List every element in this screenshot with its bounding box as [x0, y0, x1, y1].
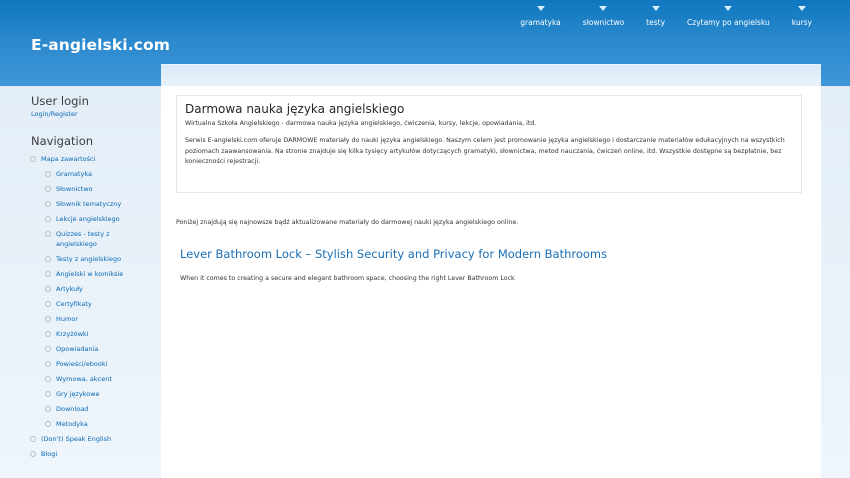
- article-teaser: When it comes to creating a secure and e…: [180, 275, 515, 283]
- navigation-title: Navigation: [31, 134, 94, 148]
- nav-item[interactable]: Download: [31, 404, 159, 414]
- content-header-strip: [161, 64, 821, 87]
- intro-title: Darmowa nauka języka angielskiego: [185, 102, 405, 116]
- nav-item-label: Słownictwo: [56, 185, 93, 193]
- topnav-item[interactable]: kursy: [784, 0, 820, 30]
- circle-bullet-icon: [45, 171, 51, 177]
- circle-bullet-icon: [45, 346, 51, 352]
- nav-item-label: (Don't) Speak English: [41, 435, 112, 443]
- topnav-item[interactable]: Czytamy po angielsku: [679, 0, 778, 30]
- login-register-link[interactable]: Login/Register: [31, 110, 159, 118]
- topnav-item-label: kursy: [791, 18, 812, 27]
- nav-item-label: Humor: [56, 315, 78, 323]
- circle-bullet-icon: [45, 331, 51, 337]
- nav-item-label: Artykuły: [56, 285, 83, 293]
- nav-item[interactable]: Humor: [31, 314, 159, 324]
- topnav-item-label: słownictwo: [582, 18, 625, 27]
- nav-item[interactable]: Gramatyka: [31, 169, 159, 179]
- circle-bullet-icon: [45, 271, 51, 277]
- nav-item-label: Opowiadania: [56, 345, 99, 353]
- nav-item-label: Mapa zawartości: [41, 155, 96, 163]
- caret-down-icon: [797, 6, 806, 11]
- nav-item-label: Lekcje angielskiego: [56, 215, 120, 223]
- circle-bullet-icon: [30, 451, 36, 457]
- intro-body: Serwis E-angielski.com oferuje DARMOWE m…: [185, 137, 785, 165]
- nav-item[interactable]: Quizzes - testy z angielskiego: [31, 229, 144, 249]
- nav-item[interactable]: Opowiadania: [31, 344, 159, 354]
- intro-subtitle: Wirtualna Szkoła Angielskiego - darmowa …: [185, 120, 537, 127]
- nav-item-label: Słownik tematyczny: [56, 200, 122, 208]
- circle-bullet-icon: [45, 186, 51, 192]
- circle-bullet-icon: [45, 376, 51, 382]
- nav-item[interactable]: Metodyka: [31, 419, 159, 429]
- nav-item[interactable]: Angielski w komiksie: [31, 269, 159, 279]
- caret-down-icon: [536, 6, 545, 11]
- nav-item[interactable]: Gry językowe: [31, 389, 159, 399]
- circle-bullet-icon: [45, 421, 51, 427]
- caret-down-icon: [651, 6, 660, 11]
- nav-item-label: Angielski w komiksie: [56, 270, 124, 278]
- nav-item-label: Download: [56, 405, 89, 413]
- circle-bullet-icon: [45, 301, 51, 307]
- circle-bullet-icon: [45, 286, 51, 292]
- navigation-list: Mapa zawartości Gramatyka Słownictwo Słowni…: [30, 154, 159, 459]
- circle-bullet-icon: [45, 316, 51, 322]
- nav-item[interactable]: Słownictwo: [31, 184, 159, 194]
- nav-item[interactable]: Mapa zawartości: [30, 154, 159, 164]
- nav-item-label: Quizzes - testy z angielskiego: [56, 230, 110, 248]
- right-gutter: [821, 86, 850, 478]
- topnav-item[interactable]: gramatyka: [512, 0, 569, 30]
- circle-bullet-icon: [45, 216, 51, 222]
- nav-item-label: Certyfikaty: [56, 300, 92, 308]
- caret-down-icon: [724, 6, 733, 11]
- circle-bullet-icon: [45, 256, 51, 262]
- nav-item-label: Gry językowe: [56, 390, 100, 398]
- caret-down-icon: [599, 6, 608, 11]
- nav-item[interactable]: Lekcje angielskiego: [31, 214, 159, 224]
- topnav-item-label: gramatyka: [520, 18, 561, 27]
- circle-bullet-icon: [30, 436, 36, 442]
- top-navigation: gramatyka słownictwo testy Czytamy po angie…: [506, 0, 820, 30]
- topnav-item[interactable]: słownictwo: [575, 0, 632, 30]
- site-logo-link[interactable]: E-angielski.com: [31, 36, 170, 54]
- circle-bullet-icon: [45, 231, 51, 237]
- nav-item-label: Blogi: [41, 450, 58, 458]
- nav-item-label: Krzyżówki: [56, 330, 89, 338]
- circle-bullet-icon: [30, 156, 36, 162]
- circle-bullet-icon: [45, 391, 51, 397]
- sidebar: User login Login/Register Navigation Map…: [30, 94, 159, 464]
- recent-materials-note: Poniżej znajdują się najnowsze bądź aktu…: [176, 219, 519, 227]
- nav-item[interactable]: Artykuły: [31, 284, 159, 294]
- nav-item[interactable]: Powieści/ebooki: [31, 359, 159, 369]
- nav-item-label: Testy z angielskiego: [56, 255, 122, 263]
- nav-item-label: Powieści/ebooki: [56, 360, 108, 368]
- article-title-link[interactable]: Lever Bathroom Lock – Stylish Security a…: [180, 247, 607, 261]
- circle-bullet-icon: [45, 201, 51, 207]
- nav-item[interactable]: Słownik tematyczny: [31, 199, 159, 209]
- user-login-title: User login: [31, 94, 89, 108]
- nav-item[interactable]: Wymowa, akcent: [31, 374, 159, 384]
- nav-item[interactable]: Testy z angielskiego: [31, 254, 159, 264]
- circle-bullet-icon: [45, 406, 51, 412]
- nav-item[interactable]: Certyfikaty: [31, 299, 159, 309]
- nav-item[interactable]: (Don't) Speak English: [30, 434, 159, 444]
- topnav-item[interactable]: testy: [638, 0, 673, 30]
- nav-item-label: Gramatyka: [56, 170, 93, 178]
- topnav-item-label: testy: [646, 18, 666, 27]
- topnav-item-label: Czytamy po angielsku: [687, 18, 770, 27]
- nav-item-label: Metodyka: [56, 420, 88, 428]
- nav-item[interactable]: Krzyżówki: [31, 329, 159, 339]
- intro-box: Darmowa nauka języka angielskiego Wirtua…: [176, 95, 802, 193]
- circle-bullet-icon: [45, 361, 51, 367]
- nav-item-label: Wymowa, akcent: [56, 375, 112, 383]
- nav-item[interactable]: Blogi: [30, 449, 159, 459]
